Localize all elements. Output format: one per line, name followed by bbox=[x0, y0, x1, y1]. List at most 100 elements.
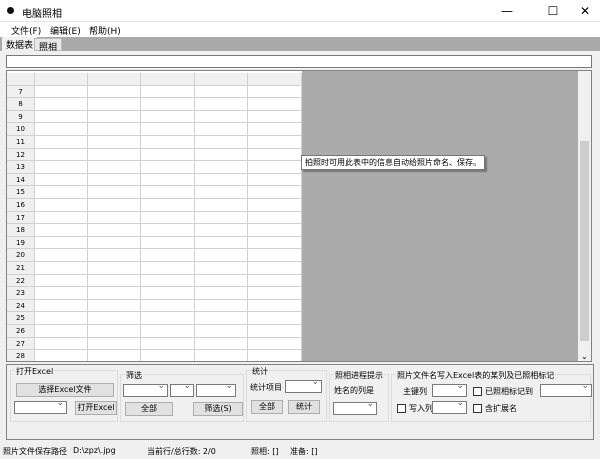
grid-cell[interactable] bbox=[88, 98, 141, 111]
grid-cell[interactable] bbox=[195, 173, 248, 187]
row-header[interactable]: 10 bbox=[7, 123, 35, 136]
grid-cell[interactable] bbox=[248, 312, 302, 325]
grid-cell[interactable] bbox=[248, 161, 302, 174]
menu-help[interactable]: 帮助(H) bbox=[89, 24, 121, 37]
grid-cell[interactable] bbox=[88, 161, 141, 174]
grid-cell[interactable] bbox=[248, 186, 302, 199]
grid-cell[interactable] bbox=[248, 98, 302, 111]
grid-cell[interactable] bbox=[248, 110, 302, 124]
grid-cell[interactable] bbox=[35, 136, 88, 149]
grid-cell[interactable] bbox=[88, 262, 141, 275]
grid-cell[interactable] bbox=[35, 325, 88, 338]
row-header[interactable]: 16 bbox=[7, 199, 35, 212]
grid-cell[interactable] bbox=[35, 186, 88, 199]
grid-cell[interactable] bbox=[248, 274, 302, 288]
grid-cell[interactable] bbox=[248, 337, 302, 351]
grid-cell[interactable] bbox=[88, 136, 141, 149]
row-header[interactable]: 15 bbox=[7, 186, 35, 199]
grid-cell[interactable] bbox=[35, 148, 88, 162]
maximize-button[interactable]: ☐ bbox=[538, 2, 568, 20]
name-column-dropdown[interactable] bbox=[333, 399, 377, 415]
row-header[interactable]: 27 bbox=[7, 337, 35, 351]
row-header[interactable]: 21 bbox=[7, 262, 35, 275]
write-column-dropdown[interactable] bbox=[432, 398, 467, 414]
row-header[interactable]: 8 bbox=[7, 98, 35, 111]
grid-cell[interactable] bbox=[195, 274, 248, 288]
grid-cell[interactable] bbox=[141, 274, 195, 288]
grid-cell[interactable] bbox=[141, 98, 195, 111]
grid-cell[interactable] bbox=[35, 85, 88, 99]
grid-cell[interactable] bbox=[88, 249, 141, 262]
grid-cell[interactable] bbox=[88, 199, 141, 212]
grid-cell[interactable] bbox=[88, 148, 141, 162]
grid-cell[interactable] bbox=[195, 211, 248, 225]
column-header[interactable] bbox=[35, 73, 88, 86]
grid-cell[interactable] bbox=[88, 123, 141, 136]
column-header[interactable] bbox=[248, 73, 302, 86]
grid-cell[interactable] bbox=[35, 299, 88, 313]
grid-cell[interactable] bbox=[88, 287, 141, 300]
grid-cell[interactable] bbox=[35, 287, 88, 300]
choose-excel-button[interactable]: 选择Excel文件 bbox=[16, 383, 114, 397]
grid-cell[interactable] bbox=[195, 161, 248, 174]
filter-button[interactable]: 筛选(S) bbox=[193, 402, 243, 416]
grid-cell[interactable] bbox=[141, 186, 195, 199]
grid-cell[interactable] bbox=[195, 123, 248, 136]
grid-cell[interactable] bbox=[88, 312, 141, 325]
row-header[interactable]: 20 bbox=[7, 249, 35, 262]
grid-cell[interactable] bbox=[141, 173, 195, 187]
grid-cell[interactable] bbox=[141, 350, 195, 361]
grid-cell[interactable] bbox=[195, 98, 248, 111]
grid-cell[interactable] bbox=[141, 287, 195, 300]
grid-cell[interactable] bbox=[195, 136, 248, 149]
filter-value-dropdown[interactable] bbox=[196, 381, 236, 397]
grid-cell[interactable] bbox=[141, 148, 195, 162]
grid-cell[interactable] bbox=[35, 337, 88, 351]
grid-cell[interactable] bbox=[88, 299, 141, 313]
grid-cell[interactable] bbox=[141, 325, 195, 338]
row-header[interactable]: 25 bbox=[7, 312, 35, 325]
grid-cell[interactable] bbox=[88, 350, 141, 361]
grid-cell[interactable] bbox=[35, 236, 88, 250]
grid-cell[interactable] bbox=[35, 161, 88, 174]
cell-content-input[interactable] bbox=[6, 55, 592, 68]
grid-cell[interactable] bbox=[35, 110, 88, 124]
grid-cell[interactable] bbox=[248, 136, 302, 149]
grid-cell[interactable] bbox=[195, 148, 248, 162]
grid-cell[interactable] bbox=[195, 224, 248, 237]
grid-cell[interactable] bbox=[141, 224, 195, 237]
grid-cell[interactable] bbox=[195, 287, 248, 300]
grid-cell[interactable] bbox=[88, 337, 141, 351]
grid-cell[interactable] bbox=[88, 274, 141, 288]
grid-cell[interactable] bbox=[195, 85, 248, 99]
grid-cell[interactable] bbox=[35, 312, 88, 325]
row-header[interactable]: 11 bbox=[7, 136, 35, 149]
row-header[interactable]: 7 bbox=[7, 85, 35, 99]
grid-cell[interactable] bbox=[35, 211, 88, 225]
row-header[interactable]: 24 bbox=[7, 299, 35, 313]
grid-cell[interactable] bbox=[248, 224, 302, 237]
scroll-down-icon[interactable]: ⌄ bbox=[581, 352, 588, 361]
grid-cell[interactable] bbox=[88, 224, 141, 237]
grid-cell[interactable] bbox=[195, 350, 248, 361]
grid-cell[interactable] bbox=[141, 136, 195, 149]
stats-all-button[interactable]: 全部 bbox=[251, 400, 283, 414]
grid-cell[interactable] bbox=[88, 85, 141, 99]
extension-checkbox[interactable] bbox=[473, 404, 482, 413]
grid-cell[interactable] bbox=[141, 262, 195, 275]
tab-photo[interactable]: 照相 bbox=[34, 38, 63, 53]
stats-item-dropdown[interactable] bbox=[285, 377, 322, 393]
grid-cell[interactable] bbox=[88, 173, 141, 187]
menu-file[interactable]: 文件(F) bbox=[11, 24, 41, 37]
mark-column-dropdown[interactable] bbox=[540, 381, 592, 397]
row-header[interactable]: 26 bbox=[7, 325, 35, 338]
filter-operator-dropdown[interactable] bbox=[170, 381, 194, 397]
scrollbar-thumb[interactable] bbox=[580, 141, 589, 341]
mark-checkbox[interactable] bbox=[473, 387, 482, 396]
row-header[interactable]: 22 bbox=[7, 274, 35, 288]
stats-button[interactable]: 统计 bbox=[288, 400, 320, 414]
row-header[interactable]: 12 bbox=[7, 148, 35, 162]
column-header[interactable] bbox=[195, 73, 248, 86]
grid-cell[interactable] bbox=[248, 123, 302, 136]
grid-cell[interactable] bbox=[141, 199, 195, 212]
